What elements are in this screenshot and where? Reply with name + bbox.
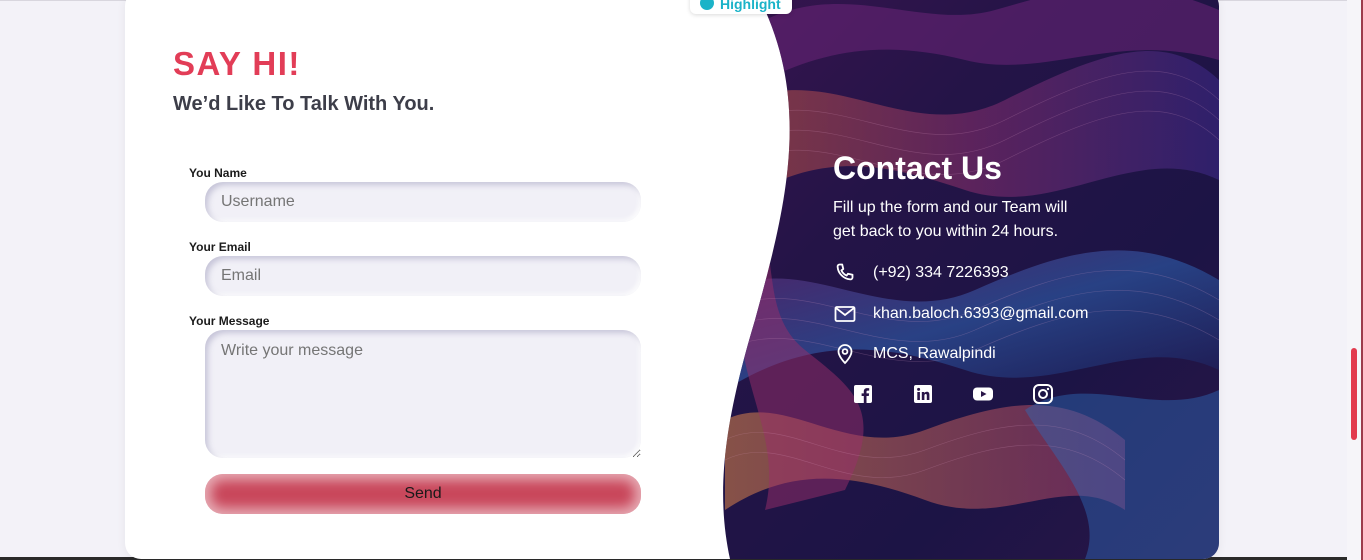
send-button[interactable]: Send	[205, 474, 641, 514]
mail-icon	[833, 302, 857, 326]
contact-phone-row: (+92) 334 7226393	[833, 261, 1009, 285]
message-label: Your Message	[189, 314, 270, 328]
linkedin-icon[interactable]	[912, 382, 934, 406]
contact-title: Contact Us	[833, 150, 1002, 186]
contact-description: Fill up the form and our Team will get b…	[833, 199, 1068, 240]
contact-phone: (+92) 334 7226393	[873, 264, 1009, 281]
name-label: You Name	[189, 166, 247, 180]
highlight-icon	[700, 0, 714, 10]
social-links	[852, 382, 1054, 406]
contact-email-row: khan.baloch.6393@gmail.com	[833, 302, 1088, 326]
highlight-chip[interactable]: Highlight	[690, 0, 792, 14]
message-textarea[interactable]	[205, 330, 641, 458]
phone-icon	[833, 261, 857, 285]
contact-email: khan.baloch.6393@gmail.com	[873, 305, 1089, 322]
youtube-icon[interactable]	[972, 382, 994, 406]
location-pin-icon	[833, 342, 857, 366]
contact-location-row: MCS, Rawalpindi	[833, 342, 996, 366]
facebook-icon[interactable]	[852, 382, 874, 406]
scrollbar-thumb[interactable]	[1351, 348, 1357, 440]
contact-location: MCS, Rawalpindi	[873, 345, 996, 362]
form-heading: SAY HI!	[173, 45, 301, 82]
form-subheading: We’d Like To Talk With You.	[173, 93, 435, 115]
email-input[interactable]	[205, 256, 641, 296]
highlight-label: Highlight	[720, 0, 781, 12]
name-input[interactable]	[205, 182, 641, 222]
instagram-icon[interactable]	[1032, 382, 1054, 406]
email-label: Your Email	[189, 240, 251, 254]
scrollbar-track[interactable]	[1347, 0, 1361, 560]
